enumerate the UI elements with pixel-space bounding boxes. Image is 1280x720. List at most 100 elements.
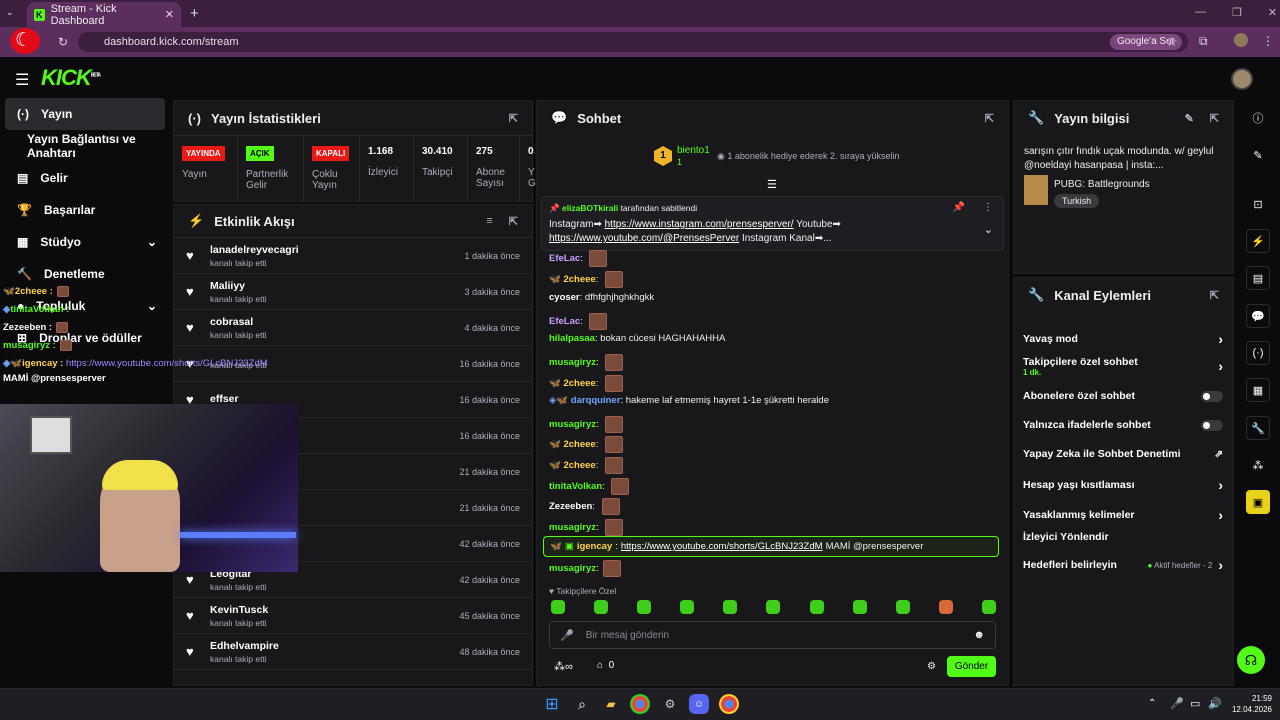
chat-username[interactable]: darqquiner: [571, 395, 621, 406]
action-followers-only[interactable]: Takipçilere özel sohbet 1 dk. ›: [1023, 356, 1223, 377]
clapperboard-icon[interactable]: ▣: [1246, 490, 1270, 514]
quick-emote[interactable]: [551, 600, 565, 614]
taskbar-clock[interactable]: 21:59 12.04.2026: [1228, 693, 1272, 715]
chrome-icon[interactable]: [630, 694, 650, 714]
lightning-icon[interactable]: ⚡: [1246, 229, 1270, 253]
sidebar-item-basarilar[interactable]: 🏆 Başarılar: [5, 194, 165, 226]
chat-username[interactable]: EfeLac: [549, 316, 580, 327]
quick-emote[interactable]: [809, 600, 824, 614]
quick-emote[interactable]: [852, 600, 867, 614]
quick-emote[interactable]: [594, 600, 609, 614]
close-tab-icon[interactable]: ✕: [165, 8, 174, 21]
event-username[interactable]: lanadelreyvecagri: [210, 244, 299, 256]
popout-icon[interactable]: ⇱: [985, 112, 994, 125]
youtube-link[interactable]: https://www.youtube.com/@PrensesPerver: [549, 233, 739, 244]
popout-icon[interactable]: ⇱: [1210, 289, 1219, 302]
chat-username[interactable]: musagiryz: [549, 357, 596, 368]
quick-emote[interactable]: [938, 600, 953, 614]
chat-username[interactable]: tinitaVolkan: [549, 481, 602, 492]
browser-menu-icon[interactable]: ⋮: [1262, 34, 1274, 48]
quick-emote[interactable]: [895, 600, 910, 614]
emotes-only-toggle[interactable]: [1201, 419, 1223, 431]
quick-emote[interactable]: [723, 600, 738, 614]
action-emotes-only[interactable]: Yalnızca ifadelerle sohbet: [1023, 419, 1223, 431]
pause-scroll-icon[interactable]: ☰: [767, 178, 777, 191]
action-subscribers-only[interactable]: Abonelere özel sohbet: [1023, 390, 1223, 402]
quick-emote[interactable]: [680, 600, 695, 614]
action-account-age[interactable]: Hesap yaşı kısıtlaması ›: [1023, 477, 1223, 493]
action-banned-words[interactable]: Yasaklanmış kelimeler ›: [1023, 507, 1223, 523]
microphone-icon[interactable]: 🎤: [560, 629, 574, 642]
chat-input[interactable]: 🎤 Bir mesaj gönderin ☻: [549, 621, 996, 649]
bookmark-star-icon[interactable]: ☆: [1166, 34, 1178, 50]
info-icon[interactable]: ⓘ: [1246, 106, 1270, 130]
chat-username[interactable]: musagiryz: [549, 522, 596, 533]
chat-settings-icon[interactable]: ⚙: [927, 661, 936, 672]
emoji-picker-icon[interactable]: ☻: [973, 629, 985, 641]
chat-username[interactable]: hilalpasaa: [549, 333, 595, 344]
notes-icon[interactable]: ▤: [1246, 266, 1270, 290]
quick-emote[interactable]: [637, 600, 652, 614]
new-tab-button[interactable]: +: [190, 5, 199, 22]
action-goals[interactable]: Hedefleri belirleyin ● Aktif hedefler - 2…: [1023, 557, 1223, 573]
address-bar[interactable]: dashboard.kick.com/stream Google'a Sor: [78, 32, 1188, 52]
edit-icon[interactable]: ✎: [1185, 112, 1194, 125]
clip-icon[interactable]: ⊡: [1246, 192, 1270, 216]
hamburger-menu-icon[interactable]: ☰: [15, 70, 29, 90]
chat-username[interactable]: musagiryz: [549, 419, 596, 430]
filter-icon[interactable]: ≡: [486, 215, 492, 227]
chat-icon[interactable]: 💬: [1246, 304, 1270, 328]
support-icon[interactable]: ☊: [1237, 646, 1265, 674]
event-username[interactable]: Edhelvampire: [210, 640, 279, 652]
event-username[interactable]: KevinTusck: [210, 604, 268, 616]
broadcast-icon[interactable]: (·): [1246, 341, 1270, 365]
file-explorer-icon[interactable]: ▰: [601, 694, 621, 714]
minimize-icon[interactable]: —: [1195, 6, 1206, 19]
youtube-shorts-link[interactable]: https://www.youtube.com/shorts/GLcBNJ23Z…: [621, 541, 823, 552]
user-avatar[interactable]: [1231, 68, 1253, 90]
quick-emote[interactable]: [766, 600, 781, 614]
wrench-icon[interactable]: 🔧: [1246, 416, 1270, 440]
category-name[interactable]: PUBG: Battlegrounds: [1054, 179, 1150, 190]
popout-icon[interactable]: ⇱: [1210, 112, 1219, 125]
close-window-icon[interactable]: ✕: [1268, 6, 1277, 19]
action-slow-mode[interactable]: Yavaş mod ›: [1023, 331, 1223, 347]
chat-username[interactable]: cyoser: [549, 292, 580, 303]
event-username[interactable]: cobrasal: [210, 316, 267, 328]
sidebar-item-gelir[interactable]: ▤ Gelir: [5, 162, 165, 194]
unpin-icon[interactable]: 📌: [953, 202, 965, 213]
search-icon[interactable]: ⌕: [572, 694, 592, 714]
event-username[interactable]: Maliiyy: [210, 280, 267, 292]
sidebar-item-studyo[interactable]: ▦ Stüdyo ⌄: [5, 226, 165, 258]
top-gifter-name[interactable]: biento1: [677, 145, 710, 156]
chat-username[interactable]: Zezeeben: [549, 501, 592, 512]
tray-mic-icon[interactable]: 🎤: [1170, 697, 1184, 710]
chat-username[interactable]: 2cheee: [563, 439, 595, 450]
chrome-profile-icon[interactable]: [719, 694, 739, 714]
points-icon[interactable]: ⁂: [1246, 453, 1270, 477]
popout-icon[interactable]: ⇱: [509, 215, 518, 228]
browser-tab[interactable]: K Stream - Kick Dashboard ✕: [27, 2, 181, 27]
sidebar-item-yayin[interactable]: (·) Yayın: [5, 98, 165, 130]
chat-username[interactable]: 2cheee: [563, 460, 595, 471]
expand-chevron-icon[interactable]: ⌄: [984, 223, 993, 236]
profile-avatar[interactable]: [1234, 33, 1248, 47]
reload-icon[interactable]: ↻: [58, 35, 68, 49]
maximize-icon[interactable]: ❐: [1232, 6, 1242, 19]
chat-username[interactable]: igencay: [577, 541, 612, 552]
discord-icon[interactable]: ☺: [689, 694, 709, 714]
subscribers-only-toggle[interactable]: [1201, 390, 1223, 402]
event-username[interactable]: effser: [210, 393, 239, 405]
tray-chevron-icon[interactable]: ⌃: [1148, 698, 1156, 709]
windows-start-icon[interactable]: ⊞: [542, 694, 562, 714]
tab-list-icon[interactable]: ⌄: [6, 7, 14, 18]
chat-username[interactable]: 2cheee: [563, 378, 595, 389]
action-ai-moderation[interactable]: Yapay Zeka ile Sohbet Denetimi ⇗: [1023, 448, 1223, 460]
kick-logo[interactable]: KICKBETA: [41, 65, 101, 91]
send-button[interactable]: Gönder: [947, 656, 996, 677]
settings-app-icon[interactable]: ⚙: [660, 694, 680, 714]
extensions-icon[interactable]: ⧉: [1199, 34, 1208, 49]
quick-emote[interactable]: [981, 600, 996, 614]
popout-icon[interactable]: ⇱: [509, 112, 518, 125]
tray-volume-icon[interactable]: 🔊: [1208, 697, 1222, 710]
